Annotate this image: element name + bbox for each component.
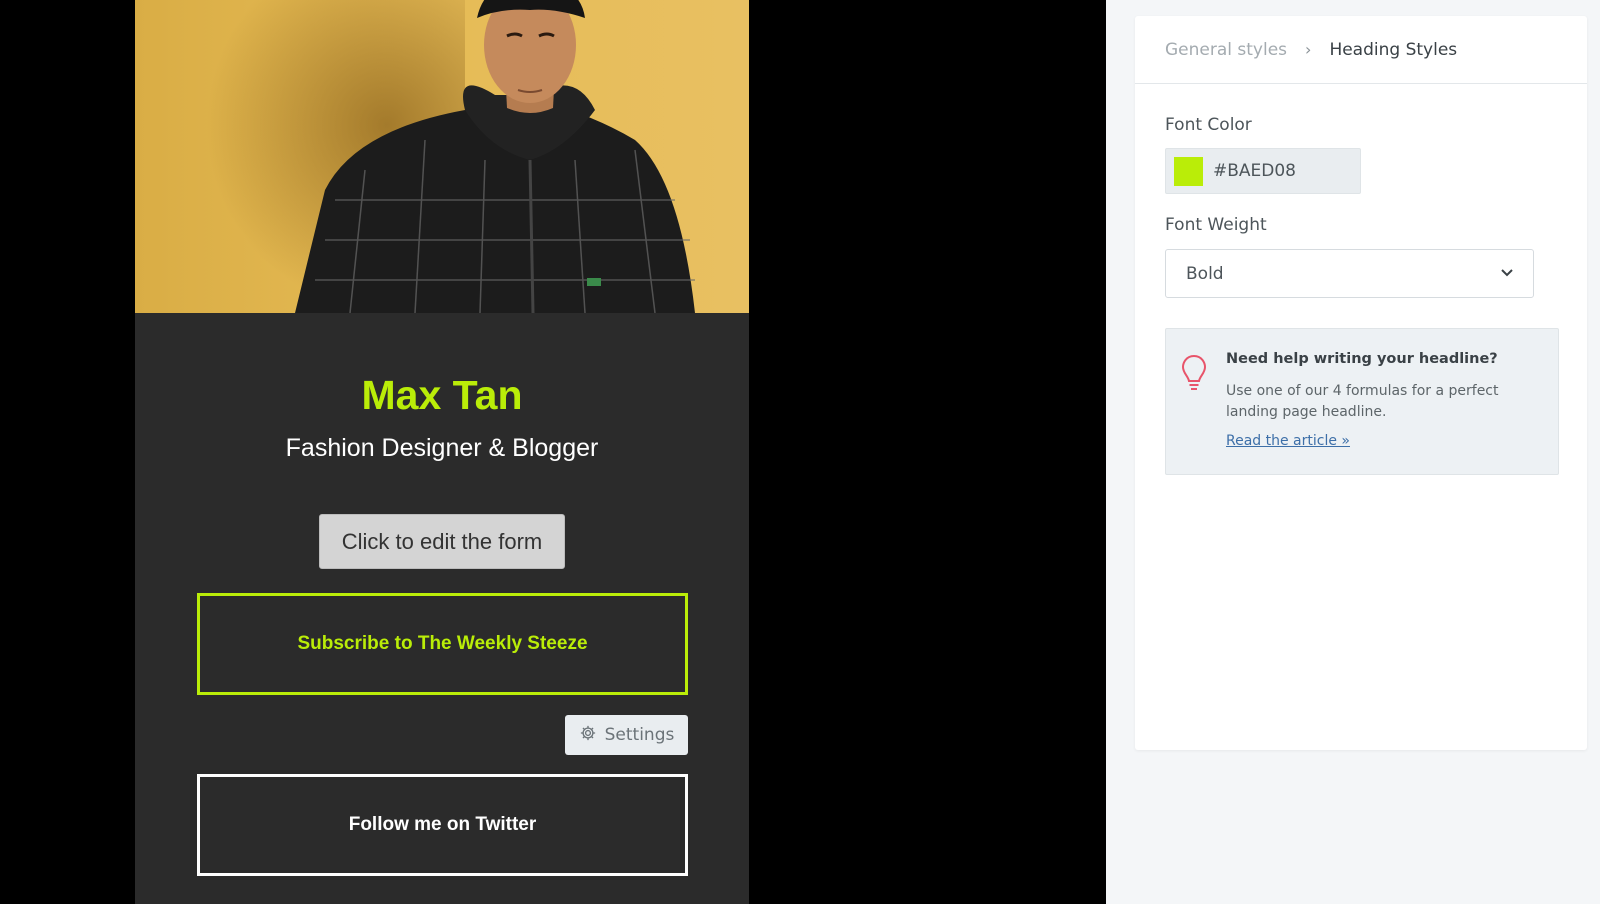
font-color-field[interactable]: #BAED08 — [1165, 148, 1361, 194]
gear-icon — [579, 724, 597, 747]
hero-name[interactable]: Max Tan — [135, 372, 749, 419]
font-weight-label: Font Weight — [1165, 215, 1267, 235]
settings-button[interactable]: Settings — [565, 715, 688, 755]
edit-form-button[interactable]: Click to edit the form — [319, 514, 565, 569]
font-color-value: #BAED08 — [1213, 161, 1296, 181]
lightbulb-icon — [1181, 354, 1207, 390]
heading-styles-panel: General styles › Heading Styles Font Col… — [1135, 16, 1587, 750]
settings-label: Settings — [604, 725, 675, 745]
font-weight-value: Bold — [1186, 263, 1224, 284]
color-swatch[interactable] — [1174, 156, 1203, 186]
breadcrumb: General styles › Heading Styles — [1135, 16, 1587, 84]
hero-subtitle[interactable]: Fashion Designer & Blogger — [135, 434, 749, 463]
headline-help-box: Need help writing your headline? Use one… — [1165, 328, 1559, 475]
help-text: Use one of our 4 formulas for a perfect … — [1226, 383, 1499, 420]
font-color-label: Font Color — [1165, 115, 1252, 135]
help-title: Need help writing your headline? — [1226, 351, 1498, 367]
breadcrumb-general-styles[interactable]: General styles — [1165, 40, 1287, 60]
breadcrumb-heading-styles: Heading Styles — [1329, 39, 1458, 60]
font-weight-select[interactable]: Bold — [1165, 249, 1534, 298]
subscribe-button[interactable]: Subscribe to The Weekly Steeze — [197, 593, 688, 695]
twitter-button[interactable]: Follow me on Twitter — [197, 774, 688, 876]
page-preview: Max Tan Fashion Designer & Blogger Click… — [0, 0, 1106, 904]
landing-page-card: Max Tan Fashion Designer & Blogger Click… — [135, 0, 749, 904]
chevron-down-icon — [1499, 264, 1515, 284]
profile-photo — [135, 0, 749, 313]
chevron-right-icon: › — [1305, 40, 1312, 59]
read-article-link[interactable]: Read the article » — [1226, 433, 1350, 449]
